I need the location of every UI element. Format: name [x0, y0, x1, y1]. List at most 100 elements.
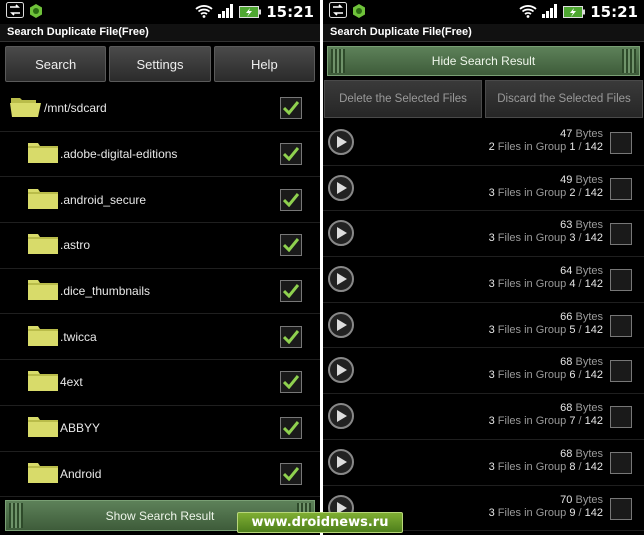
- folder-item[interactable]: .astro: [0, 223, 320, 269]
- group-checkbox[interactable]: [610, 177, 632, 200]
- duplicate-group-list: 47 Bytes 2 Files in Group 1 / 142 49 Byt…: [323, 120, 644, 532]
- signal-icon: [542, 3, 558, 22]
- folder-checkbox[interactable]: [280, 97, 302, 120]
- checkmark-icon: [283, 101, 299, 116]
- help-button[interactable]: Help: [213, 46, 315, 82]
- folder-name: .twicca: [60, 329, 97, 344]
- group-row[interactable]: 66 Bytes 3 Files in Group 5 / 142: [323, 303, 644, 349]
- folder-checkbox[interactable]: [280, 234, 302, 257]
- folder-name: .astro: [60, 238, 91, 253]
- group-info: 49 Bytes 3 Files in Group 2 / 142: [488, 173, 603, 199]
- group-info: 63 Bytes 3 Files in Group 3 / 142: [488, 219, 603, 245]
- group-checkbox[interactable]: [610, 360, 632, 383]
- group-size: 68: [560, 447, 573, 460]
- group-row[interactable]: 49 Bytes 3 Files in Group 2 / 142: [323, 166, 644, 212]
- group-checkbox[interactable]: [610, 451, 632, 474]
- android-icon: [352, 3, 366, 22]
- watermark: www.droidnews.ru: [237, 512, 403, 533]
- play-icon[interactable]: [328, 174, 354, 201]
- folder-item[interactable]: /mnt/sdcard: [0, 86, 320, 132]
- folder-item[interactable]: .adobe-digital-editions: [0, 132, 320, 178]
- battery-icon: [563, 3, 586, 22]
- group-size: 47: [560, 128, 573, 140]
- discard-selected-button[interactable]: Discard the Selected Files: [485, 80, 643, 118]
- folder-checkbox[interactable]: [280, 371, 302, 394]
- group-row[interactable]: 63 Bytes 3 Files in Group 3 / 142: [323, 211, 644, 258]
- files-in-group-label: Files in Group: [497, 460, 567, 473]
- folder-checkbox[interactable]: [280, 143, 302, 166]
- checkmark-icon: [283, 329, 299, 344]
- bytes-label: Bytes: [575, 219, 603, 232]
- folder-item[interactable]: .dice_thumbnails: [0, 269, 320, 315]
- hide-search-result-button[interactable]: Hide Search Result: [327, 46, 640, 76]
- group-info: 70 Bytes 3 Files in Group 9 / 142: [488, 493, 603, 519]
- app-title: Search Duplicate File(Free): [323, 24, 644, 42]
- play-icon[interactable]: [328, 266, 354, 293]
- checkmark-icon: [283, 284, 299, 299]
- wifi-icon: [519, 3, 537, 22]
- play-icon[interactable]: [328, 311, 354, 338]
- group-row[interactable]: 47 Bytes 2 Files in Group 1 / 142: [323, 120, 644, 166]
- group-checkbox[interactable]: [610, 269, 632, 292]
- group-file-count: 3: [488, 323, 495, 336]
- group-total: 142: [584, 415, 603, 428]
- folder-icon: [28, 141, 58, 167]
- group-row[interactable]: 68 Bytes 3 Files in Group 6 / 142: [323, 348, 644, 395]
- group-file-count: 3: [488, 415, 495, 428]
- group-info: 68 Bytes 3 Files in Group 8 / 142: [488, 447, 603, 473]
- bytes-label: Bytes: [575, 447, 603, 460]
- folder-item[interactable]: .android_secure: [0, 177, 320, 224]
- files-in-group-label: Files in Group: [497, 506, 567, 519]
- group-info: 64 Bytes 3 Files in Group 4 / 142: [488, 265, 603, 291]
- action-button-row: Delete the Selected Files Discard the Se…: [323, 80, 644, 118]
- play-icon[interactable]: [328, 129, 354, 155]
- bytes-label: Bytes: [575, 265, 603, 278]
- group-checkbox[interactable]: [610, 223, 632, 246]
- wifi-icon: [195, 3, 213, 22]
- play-icon[interactable]: [328, 220, 354, 247]
- folder-item[interactable]: .twicca: [0, 314, 320, 361]
- folder-list: /mnt/sdcard .adobe-digital-editions .and…: [0, 86, 320, 498]
- group-size: 66: [560, 310, 573, 323]
- folder-checkbox[interactable]: [280, 325, 302, 348]
- settings-button[interactable]: Settings: [109, 46, 211, 82]
- group-size: 68: [560, 402, 573, 415]
- right-phone-screen: 15:21 Search Duplicate File(Free) Hide S…: [323, 0, 644, 535]
- group-size: 64: [560, 265, 573, 278]
- group-index: 4: [569, 278, 576, 291]
- group-checkbox[interactable]: [610, 314, 632, 337]
- group-row[interactable]: 68 Bytes 3 Files in Group 7 / 142: [323, 394, 644, 440]
- group-index: 1: [569, 141, 576, 153]
- group-file-count: 2: [488, 141, 495, 153]
- show-search-result-label: Show Search Result: [105, 508, 215, 523]
- group-row[interactable]: 64 Bytes 3 Files in Group 4 / 142: [323, 257, 644, 303]
- folder-item[interactable]: ABBYY: [0, 406, 320, 452]
- group-checkbox[interactable]: [610, 132, 632, 154]
- delete-selected-button[interactable]: Delete the Selected Files: [324, 80, 482, 118]
- signal-icon: [218, 3, 234, 22]
- folder-item[interactable]: 4ext: [0, 360, 320, 406]
- bytes-label: Bytes: [575, 128, 603, 140]
- folder-checkbox[interactable]: [280, 280, 302, 303]
- files-in-group-label: Files in Group: [497, 278, 567, 291]
- play-icon[interactable]: [328, 357, 354, 384]
- folder-item[interactable]: Android: [0, 452, 320, 498]
- group-file-count: 3: [488, 186, 495, 199]
- play-icon[interactable]: [328, 448, 354, 475]
- files-in-group-label: Files in Group: [497, 323, 567, 336]
- play-icon[interactable]: [328, 403, 354, 430]
- group-file-count: 3: [488, 278, 495, 291]
- search-button[interactable]: Search: [5, 46, 107, 82]
- group-size: 70: [560, 493, 573, 506]
- group-checkbox[interactable]: [610, 406, 632, 429]
- grip-handle-icon: [9, 503, 23, 528]
- group-size: 49: [560, 173, 573, 186]
- folder-checkbox[interactable]: [280, 417, 302, 440]
- folder-checkbox[interactable]: [280, 188, 302, 211]
- group-checkbox[interactable]: [610, 497, 632, 520]
- folder-checkbox[interactable]: [280, 462, 302, 485]
- folder-icon: [28, 278, 58, 304]
- files-in-group-label: Files in Group: [497, 369, 567, 382]
- group-row[interactable]: 68 Bytes 3 Files in Group 8 / 142: [323, 440, 644, 486]
- group-total: 142: [584, 323, 603, 336]
